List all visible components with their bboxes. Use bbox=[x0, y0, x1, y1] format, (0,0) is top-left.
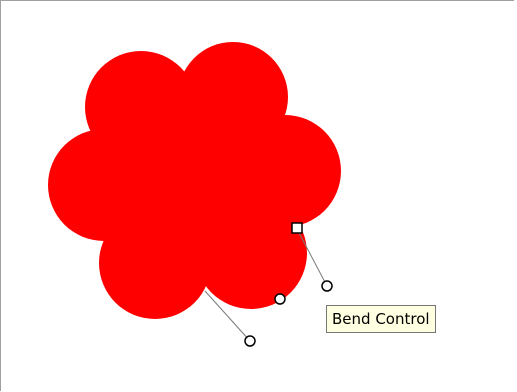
bend-control-handle[interactable] bbox=[274, 293, 286, 305]
drawing-surface[interactable] bbox=[1, 1, 516, 391]
cloud-shape[interactable] bbox=[48, 42, 341, 319]
anchor-point-handle[interactable] bbox=[291, 222, 303, 234]
bend-control-handle[interactable] bbox=[244, 335, 256, 347]
drawing-canvas[interactable] bbox=[0, 0, 514, 391]
bend-control-handle[interactable] bbox=[321, 280, 333, 292]
bend-control-tooltip: Bend Control bbox=[326, 305, 436, 333]
